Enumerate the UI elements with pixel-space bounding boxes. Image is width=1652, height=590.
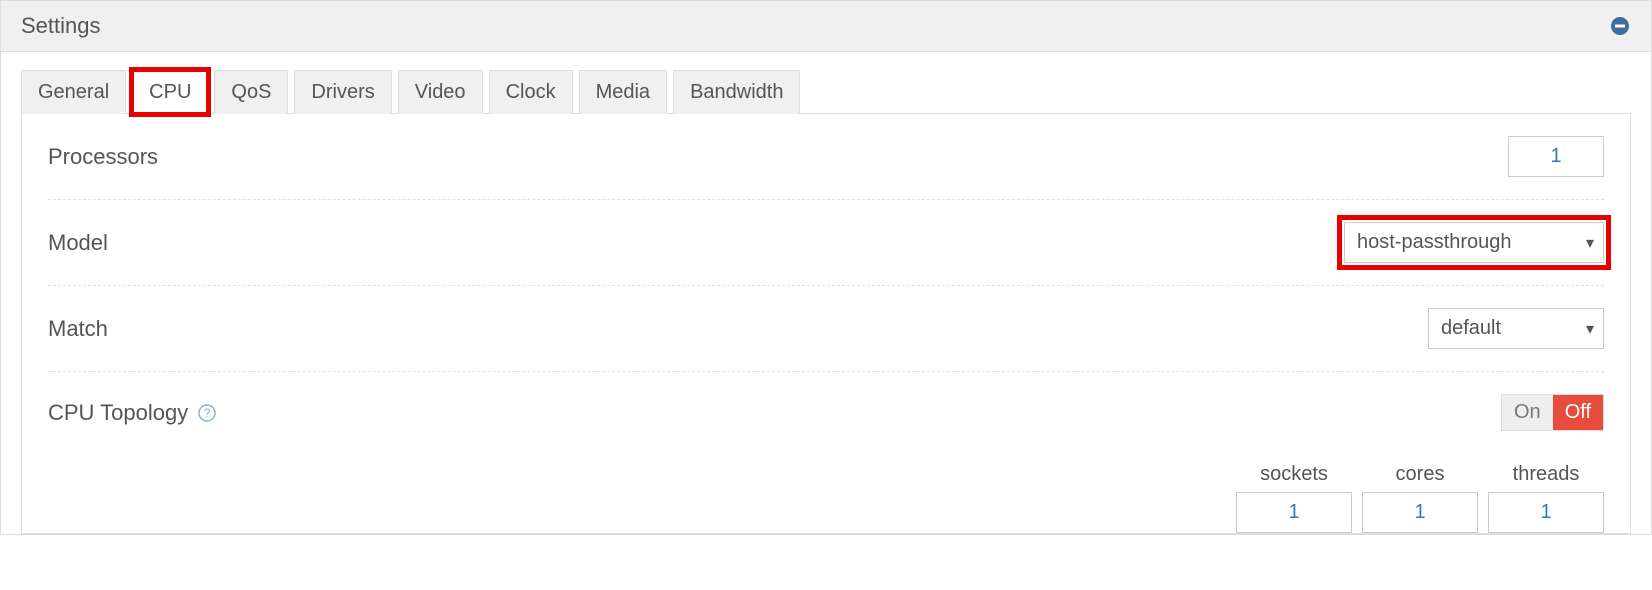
panel-header: Settings — [1, 1, 1651, 52]
topology-threads-col: threads 1 — [1488, 463, 1604, 533]
tab-clock[interactable]: Clock — [489, 70, 573, 114]
row-model: Model host-passthrough ▾ — [48, 200, 1604, 286]
label-threads: threads — [1513, 463, 1580, 486]
tab-qos[interactable]: QoS — [214, 70, 288, 114]
panel-body: General CPU QoS Drivers Video Clock Medi… — [1, 52, 1651, 534]
tab-bandwidth[interactable]: Bandwidth — [673, 70, 800, 114]
tab-content-cpu: Processors 1 Model host-passthrough ▾ Ma… — [21, 113, 1631, 534]
topology-cores-col: cores 1 — [1362, 463, 1478, 533]
topology-grid: sockets 1 cores 1 threads 1 — [48, 453, 1604, 533]
label-model: Model — [48, 230, 108, 256]
tabs: General CPU QoS Drivers Video Clock Medi… — [21, 70, 1631, 114]
input-threads[interactable]: 1 — [1488, 492, 1604, 533]
tab-cpu[interactable]: CPU — [132, 70, 208, 114]
toggle-on[interactable]: On — [1502, 395, 1553, 430]
row-processors: Processors 1 — [48, 114, 1604, 200]
settings-panel: Settings General CPU QoS Drivers Video C… — [0, 0, 1652, 535]
tab-drivers[interactable]: Drivers — [294, 70, 391, 114]
tab-video[interactable]: Video — [398, 70, 483, 114]
toggle-off[interactable]: Off — [1553, 395, 1603, 430]
svg-text:?: ? — [204, 406, 211, 420]
label-processors: Processors — [48, 144, 158, 170]
row-match: Match default ▾ — [48, 286, 1604, 372]
select-match[interactable]: default ▾ — [1428, 308, 1604, 349]
row-topology: CPU Topology ? On Off — [48, 372, 1604, 453]
tab-media[interactable]: Media — [579, 70, 667, 114]
select-model[interactable]: host-passthrough ▾ — [1344, 222, 1604, 263]
collapse-icon[interactable] — [1609, 15, 1631, 37]
topology-sockets-col: sockets 1 — [1236, 463, 1352, 533]
input-sockets[interactable]: 1 — [1236, 492, 1352, 533]
panel-title: Settings — [21, 13, 101, 39]
label-sockets: sockets — [1260, 463, 1328, 486]
input-cores[interactable]: 1 — [1362, 492, 1478, 533]
label-topology: CPU Topology ? — [48, 400, 216, 426]
label-cores: cores — [1396, 463, 1445, 486]
input-processors[interactable]: 1 — [1508, 136, 1604, 177]
tab-general[interactable]: General — [21, 70, 126, 114]
help-icon[interactable]: ? — [198, 404, 216, 422]
label-match: Match — [48, 316, 108, 342]
toggle-cpu-topology[interactable]: On Off — [1501, 394, 1604, 431]
